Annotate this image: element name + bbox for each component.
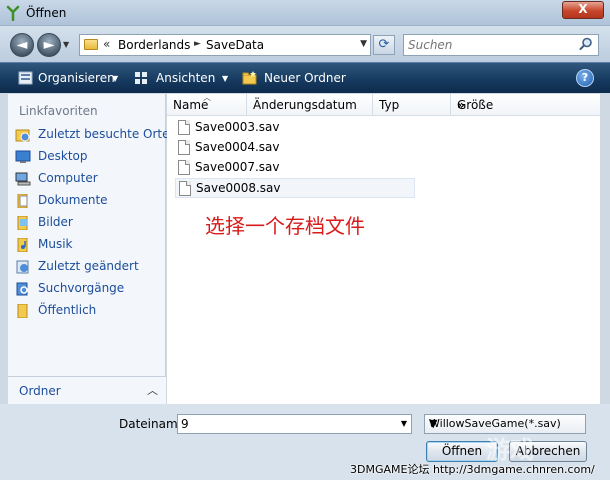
window-title: Öffnen	[26, 6, 67, 20]
sidebar-item-label: Dokumente	[38, 193, 108, 207]
folders-label: Ordner	[19, 384, 61, 398]
breadcrumb-segment[interactable]: Borderlands	[118, 38, 190, 52]
file-icon	[179, 181, 191, 196]
file-name: Save0003.sav	[195, 120, 280, 134]
file-item[interactable]: Save0008.sav	[175, 178, 415, 198]
organize-button[interactable]: Organisieren	[38, 71, 115, 85]
title-bar: Öffnen X	[0, 0, 610, 26]
recent-places-icon	[15, 129, 30, 142]
sidebar-item-label: Zuletzt geändert	[38, 259, 139, 273]
file-name: Save0008.sav	[196, 181, 281, 195]
file-icon	[178, 140, 190, 155]
breadcrumb-separator-icon[interactable]: ►	[194, 39, 201, 49]
breadcrumb-segment[interactable]: SaveData	[206, 38, 264, 52]
more-columns-icon[interactable]: »	[457, 98, 594, 112]
filename-combobox[interactable]: ▼	[177, 414, 412, 434]
search-box[interactable]	[403, 34, 599, 56]
recently-changed-icon	[16, 260, 29, 274]
views-icon	[135, 72, 147, 84]
chevron-down-icon[interactable]: ▼	[401, 419, 407, 428]
annotation-text: 选择一个存档文件	[205, 214, 365, 238]
command-toolbar: Organisieren ▼ Ansichten ▼ Neuer Ordner …	[0, 62, 610, 93]
folder-icon	[84, 39, 98, 50]
chevron-down-icon[interactable]: ▼	[429, 417, 580, 430]
music-icon	[17, 238, 28, 252]
column-header-date[interactable]: Änderungsdatum	[247, 94, 373, 116]
back-button[interactable]: ◄	[10, 33, 34, 57]
sort-ascending-icon: ︿	[203, 93, 211, 102]
address-dropdown-icon[interactable]: ▼	[360, 39, 367, 49]
sidebar-item-label: Öffentlich	[38, 303, 97, 317]
new-folder-icon	[242, 71, 257, 85]
desktop-icon	[15, 150, 31, 163]
sidebar-item-label: Musik	[38, 237, 73, 251]
file-name: Save0007.sav	[195, 160, 280, 174]
help-button[interactable]: ?	[576, 69, 594, 87]
sidebar-item-searches[interactable]: Suchvorgänge	[12, 279, 162, 299]
organize-dropdown-icon[interactable]: ▼	[112, 74, 118, 83]
documents-icon	[17, 194, 28, 208]
search-icon[interactable]	[579, 37, 593, 51]
sidebar-item-public[interactable]: Öffentlich	[12, 301, 162, 321]
forward-button[interactable]: ►	[37, 33, 61, 57]
sidebar-item-label: Bilder	[38, 215, 73, 229]
searches-icon	[16, 282, 28, 296]
file-list: Name ︿ Änderungsdatum Typ Größe » Save00…	[167, 93, 600, 404]
sidebar-item-label: Desktop	[38, 149, 88, 163]
sidebar-item-pictures[interactable]: Bilder	[12, 213, 162, 233]
sidebar-item-computer[interactable]: Computer	[12, 169, 162, 189]
new-folder-button[interactable]: Neuer Ordner	[264, 71, 346, 85]
file-item[interactable]: Save0004.sav	[175, 138, 415, 158]
recent-pages-dropdown-icon[interactable]: ▼	[63, 40, 69, 49]
organize-icon	[18, 71, 33, 85]
sidebar-item-desktop[interactable]: Desktop	[12, 147, 162, 167]
file-item[interactable]: Save0003.sav	[175, 118, 415, 138]
watermark-text: 3DMGAME论坛 http://3dmgame.chnren.com/	[350, 463, 595, 476]
views-button[interactable]: Ansichten	[156, 71, 215, 85]
folders-toggle[interactable]: Ordner ︿	[8, 376, 166, 404]
column-header-label: Typ	[379, 98, 400, 112]
file-item[interactable]: Save0007.sav	[175, 158, 415, 178]
column-header-type[interactable]: Typ	[373, 94, 451, 116]
favorite-links-heading: Linkfavoriten	[19, 104, 98, 118]
watermark-logo: 游戏	[486, 435, 534, 464]
sidebar-item-recently-changed[interactable]: Zuletzt geändert	[12, 257, 162, 277]
search-input[interactable]	[408, 37, 568, 53]
computer-icon	[15, 172, 31, 186]
navigation-pane: Linkfavoriten Zuletzt besuchte Orte Desk…	[8, 94, 170, 404]
refresh-icon: ⟳	[378, 37, 390, 52]
breadcrumb[interactable]: « Borderlands ► SaveData ▼	[79, 34, 371, 56]
file-icon	[178, 160, 190, 175]
app-icon	[6, 5, 20, 21]
sidebar-item-documents[interactable]: Dokumente	[12, 191, 162, 211]
file-icon	[178, 120, 190, 135]
breadcrumb-overflow[interactable]: «	[103, 37, 110, 51]
sidebar-item-label: Suchvorgänge	[38, 281, 125, 295]
views-dropdown-icon[interactable]: ▼	[222, 74, 228, 83]
public-folder-icon	[17, 304, 28, 318]
chevron-up-icon[interactable]: ︿	[147, 382, 158, 398]
sidebar-item-label: Computer	[38, 171, 98, 185]
refresh-button[interactable]: ⟳	[373, 35, 395, 55]
pictures-icon	[17, 216, 28, 230]
sidebar-item-music[interactable]: Musik	[12, 235, 162, 255]
sidebar-item-label: Zuletzt besuchte Orte	[38, 127, 170, 141]
address-bar: ◄ ► ▼ « Borderlands ► SaveData ▼ ⟳	[0, 26, 610, 62]
sidebar-item-recent-places[interactable]: Zuletzt besuchte Orte	[12, 125, 170, 145]
close-button[interactable]: X	[562, 1, 604, 19]
column-header-size[interactable]: Größe »	[451, 94, 600, 116]
column-header-label: Änderungsdatum	[253, 98, 357, 112]
file-name: Save0004.sav	[195, 140, 280, 154]
filename-input[interactable]	[181, 416, 391, 432]
column-header-name[interactable]: Name ︿	[167, 93, 247, 116]
